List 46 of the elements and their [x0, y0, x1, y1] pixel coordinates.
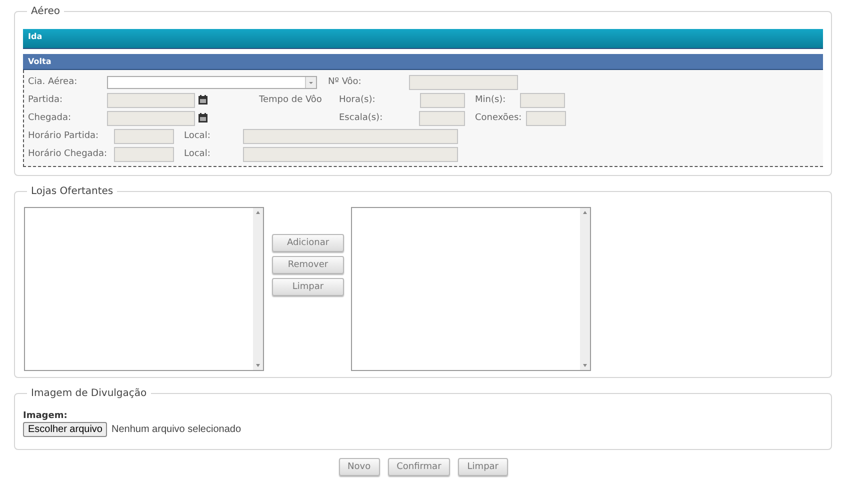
field-label: Nº Vôo:: [328, 77, 362, 87]
choose-file-button[interactable]: Escolher arquivo: [23, 422, 108, 437]
input-field[interactable]: [409, 74, 518, 90]
input-field[interactable]: [526, 110, 566, 126]
section-legend: Aéreo: [27, 6, 64, 17]
input-field[interactable]: [243, 146, 458, 162]
action-button[interactable]: Novo: [338, 458, 380, 476]
section-legend: Imagem de Divulgação: [27, 388, 151, 399]
field-label: Min(s):: [475, 95, 507, 105]
field-label: Local:: [184, 131, 212, 141]
list-button[interactable]: Adicionar: [272, 234, 344, 252]
list-box[interactable]: [351, 207, 591, 371]
input-field[interactable]: [114, 146, 174, 162]
scrollbar-icon: [580, 208, 590, 370]
field-label: Horário Chegada:: [28, 149, 108, 159]
field-label: Cia. Aérea:: [28, 77, 78, 87]
input-field[interactable]: [243, 128, 458, 144]
field-label: Horário Partida:: [28, 131, 100, 141]
list-box[interactable]: [24, 207, 264, 371]
caret-icon: [305, 76, 316, 88]
field-label: Local:: [184, 149, 212, 159]
input-field[interactable]: [114, 128, 174, 144]
field-label: Conexões:: [475, 113, 523, 123]
section-legend: Lojas Ofertantes: [27, 186, 118, 197]
input-field[interactable]: [520, 92, 565, 108]
action-button[interactable]: Confirmar: [388, 458, 450, 476]
list-button[interactable]: Limpar: [272, 278, 344, 296]
calendar-icon[interactable]: [198, 113, 208, 123]
input-field[interactable]: [107, 92, 195, 108]
field-label: Imagem:: [23, 411, 68, 421]
action-button[interactable]: Limpar: [458, 458, 508, 476]
field-label: Hora(s):: [339, 95, 376, 105]
field-label: Partida:: [28, 95, 64, 105]
input-field[interactable]: [420, 92, 465, 108]
calendar-icon[interactable]: [198, 95, 208, 105]
panel-header[interactable]: Ida: [23, 29, 823, 49]
airline-select[interactable]: [107, 76, 317, 88]
list-button[interactable]: Remover: [272, 256, 344, 274]
field-label: Chegada:: [28, 113, 72, 123]
scrollbar-icon: [253, 208, 263, 370]
field-label: Tempo de Vôo: [259, 95, 323, 105]
panel-header[interactable]: Volta: [23, 54, 823, 70]
input-field[interactable]: [419, 110, 465, 126]
field-label: Escala(s):: [339, 113, 384, 123]
input-field[interactable]: [107, 110, 195, 126]
file-status: Nenhum arquivo selecionado: [111, 424, 242, 435]
